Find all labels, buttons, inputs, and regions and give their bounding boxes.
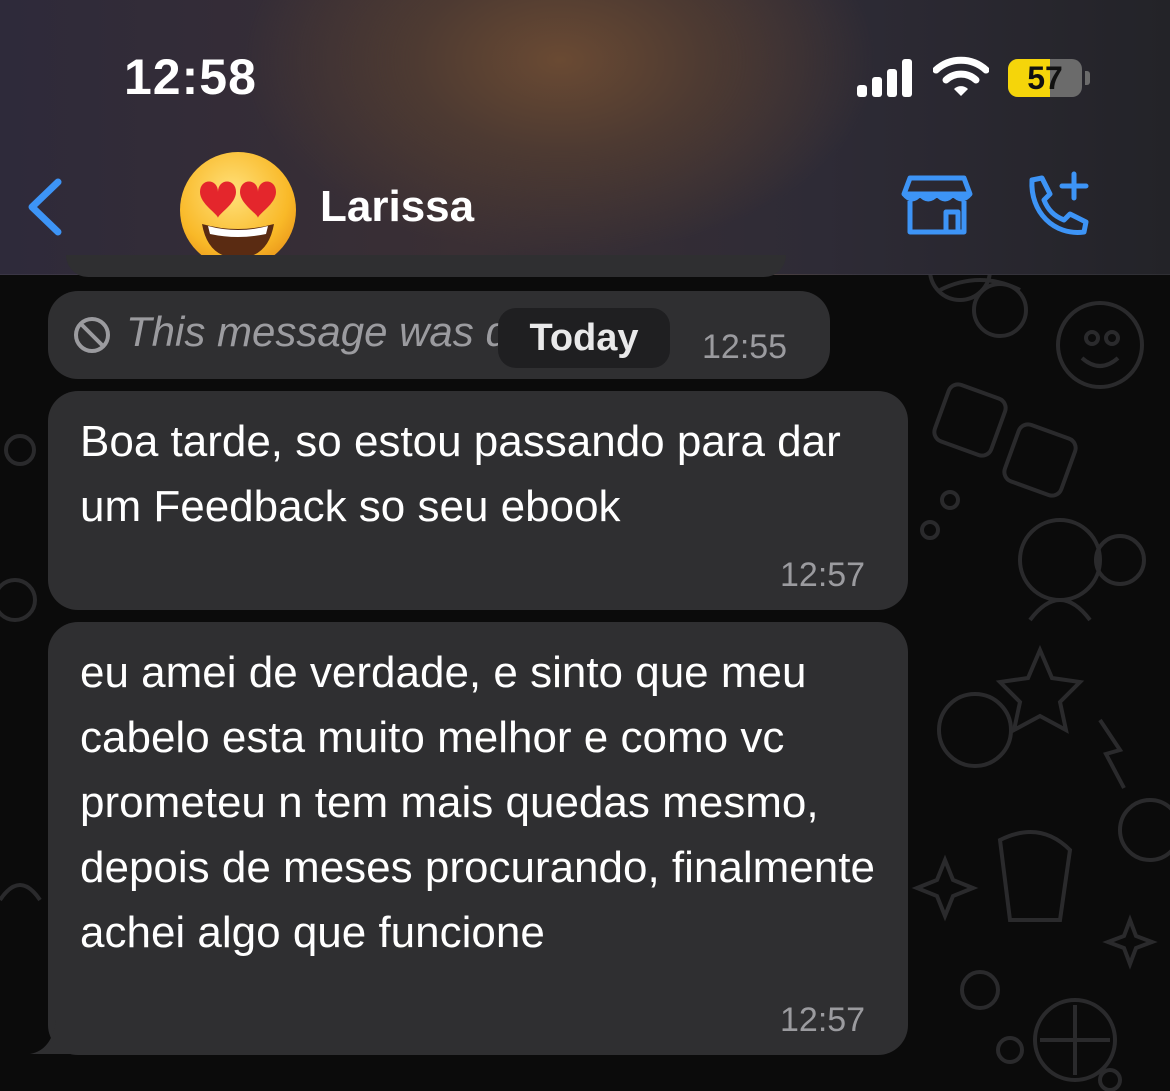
message-text: eu amei de verdade, e sinto que meu cabe… bbox=[80, 648, 875, 957]
battery-tip bbox=[1085, 71, 1090, 85]
storefront-icon[interactable] bbox=[900, 174, 974, 236]
wifi-icon bbox=[932, 56, 990, 98]
date-separator: Today bbox=[498, 308, 670, 368]
bubble-tail bbox=[30, 1020, 70, 1054]
add-call-icon[interactable] bbox=[1018, 170, 1092, 240]
deleted-message-bubble[interactable]: This message was deleted 12:55 bbox=[48, 291, 830, 379]
battery-icon: 57 bbox=[1008, 59, 1082, 97]
message-text: Boa tarde, so estou passando para dar um… bbox=[80, 417, 841, 531]
battery-percent: 57 bbox=[1027, 60, 1063, 96]
status-time: 12:58 bbox=[124, 49, 257, 105]
cellular-signal-icon bbox=[857, 59, 915, 97]
chevron-left-icon[interactable] bbox=[22, 176, 70, 238]
message-time: 12:57 bbox=[780, 1001, 866, 1039]
chat-header: 12:58 57 Larissa bbox=[0, 0, 1170, 275]
contact-name[interactable]: Larissa bbox=[320, 182, 474, 232]
incoming-message-bubble[interactable]: Boa tarde, so estou passando para dar um… bbox=[48, 391, 908, 610]
incoming-message-bubble[interactable]: eu amei de verdade, e sinto que meu cabe… bbox=[48, 622, 908, 1055]
previous-message-bubble bbox=[66, 255, 786, 277]
message-time: 12:55 bbox=[702, 328, 788, 366]
ban-icon bbox=[74, 317, 110, 353]
contact-avatar[interactable] bbox=[178, 150, 298, 270]
message-time: 12:57 bbox=[780, 556, 866, 594]
